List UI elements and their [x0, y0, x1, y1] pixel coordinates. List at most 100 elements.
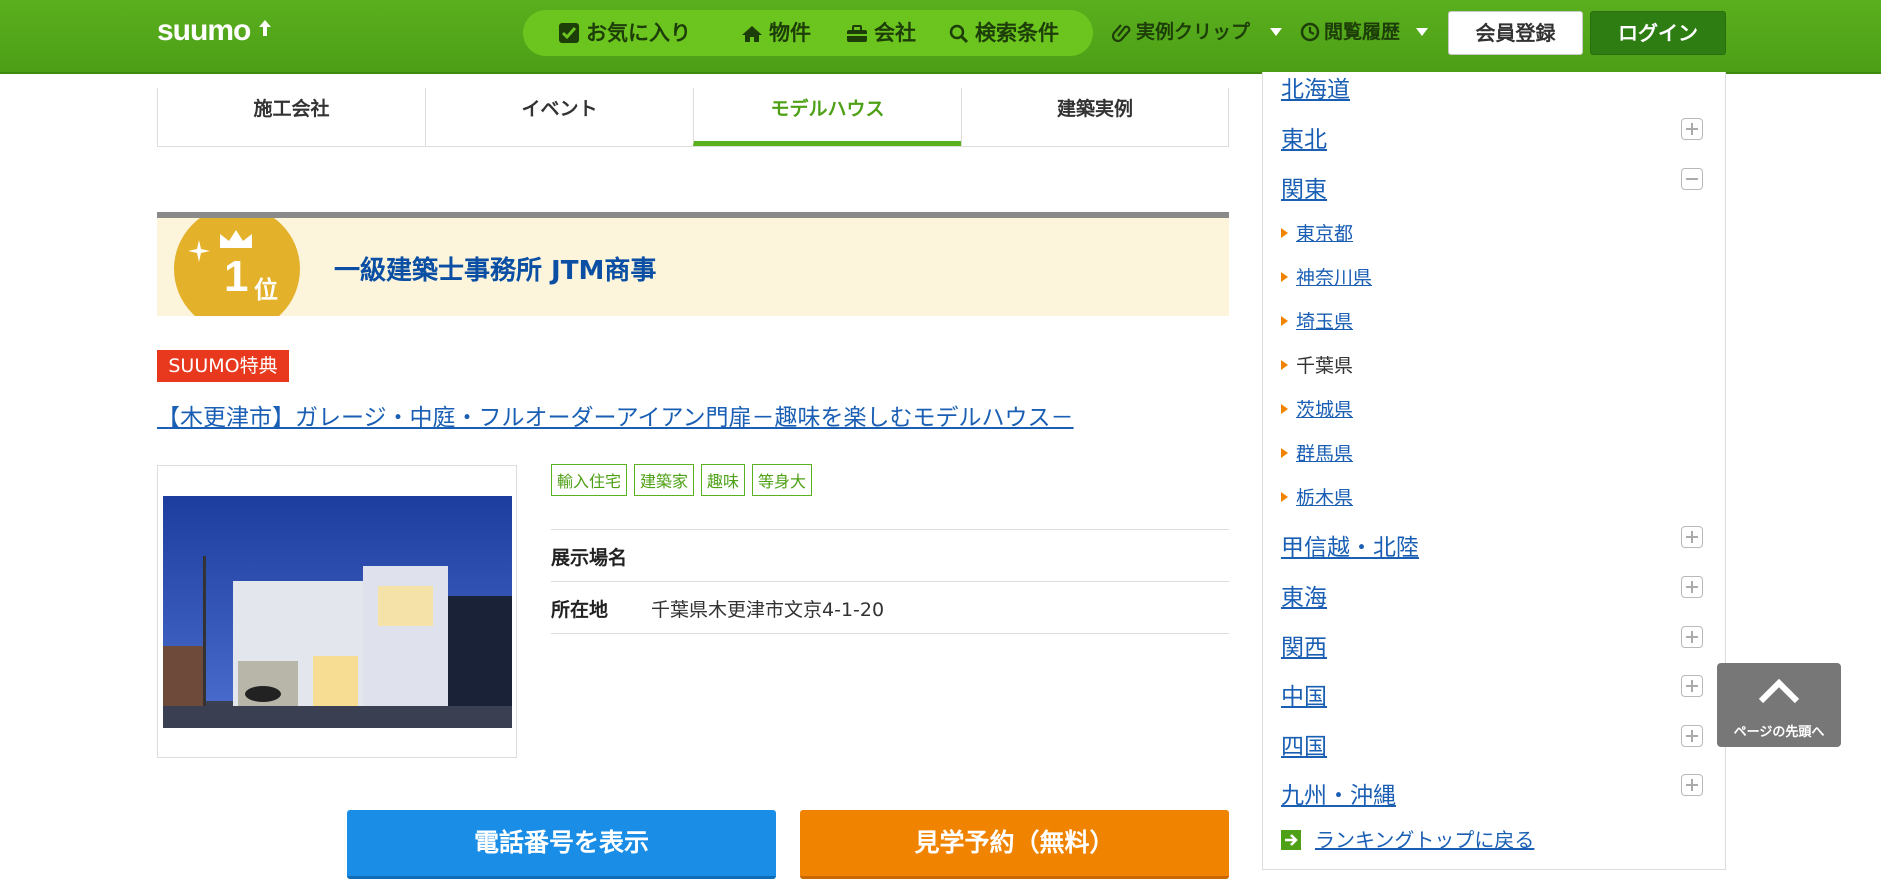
region-koshinetsu-hokuriku[interactable]: 甲信越・北陸 [1281, 528, 1419, 562]
suumo-logo[interactable]: suumo [157, 14, 251, 48]
clock-icon [1300, 22, 1320, 42]
region-sidebar: 北海道 東北 関東 東京都 神奈川県 埼玉県 千葉県 茨城県 群馬県 栃木県 甲… [1262, 72, 1726, 870]
region-kansai[interactable]: 関西 [1281, 628, 1327, 662]
nav-search-conditions-label: 検索条件 [975, 21, 1059, 45]
visit-reservation-button[interactable]: 見学予約（無料） [800, 810, 1229, 879]
pref-chiba: 千葉県 [1281, 351, 1353, 378]
pref-current: 千葉県 [1296, 355, 1354, 377]
rank-medal: 1 位 [174, 218, 300, 316]
expand-icon[interactable] [1681, 626, 1703, 648]
search-icon [949, 24, 969, 44]
tag: 等身大 [752, 464, 813, 496]
expand-icon[interactable] [1681, 774, 1703, 796]
feature-tags: 輸入住宅 建築家 趣味 等身大 [551, 464, 819, 496]
expand-icon[interactable] [1681, 725, 1703, 747]
nav-favorites[interactable]: お気に入り [558, 10, 691, 56]
venue-row: 展示場名 [551, 529, 1229, 581]
expand-icon[interactable] [1681, 526, 1703, 548]
house-icon [742, 26, 762, 42]
briefcase-icon [847, 25, 867, 42]
venue-label: 展示場名 [551, 547, 628, 569]
tag: 趣味 [701, 464, 746, 496]
address-value: 千葉県木更津市文京4-1-20 [651, 599, 885, 621]
region-kyushu-okinawa[interactable]: 九州・沖縄 [1281, 776, 1396, 810]
pref-kanagawa[interactable]: 神奈川県 [1281, 263, 1372, 290]
tab-construction-examples[interactable]: 建築実例 [961, 88, 1229, 146]
pref-ibaraki[interactable]: 茨城県 [1281, 395, 1353, 422]
tab-model-house[interactable]: モデルハウス [693, 88, 961, 146]
case-clip-label: 実例クリップ [1136, 21, 1251, 43]
address-row: 所在地 千葉県木更津市文京4-1-20 [551, 581, 1229, 634]
company-name[interactable]: 一級建築士事務所 JTM商事 [334, 250, 656, 287]
region-tokai[interactable]: 東海 [1281, 578, 1327, 612]
view-history-label: 閲覧履歴 [1324, 21, 1401, 43]
arrow-icon [1281, 492, 1288, 502]
arrow-icon [1281, 272, 1288, 282]
main-nav: お気に入り 物件 会社 検索条件 [523, 10, 1093, 56]
nav-companies[interactable]: 会社 [846, 10, 916, 56]
pref-link[interactable]: 埼玉県 [1296, 311, 1353, 333]
chevron-up-icon [1758, 678, 1800, 704]
show-phone-button[interactable]: 電話番号を表示 [347, 810, 776, 879]
pref-gunma[interactable]: 群馬県 [1281, 439, 1353, 466]
nav-favorites-label: お気に入り [586, 21, 691, 45]
tag: 建築家 [634, 464, 695, 496]
model-house-info-table: 展示場名 所在地 千葉県木更津市文京4-1-20 [551, 529, 1229, 634]
clip-dropdown-icon[interactable] [1270, 28, 1282, 36]
paperclip-icon [1111, 24, 1131, 43]
expand-icon[interactable] [1681, 118, 1703, 140]
ranking-top-link[interactable]: ランキングトップに戻る [1281, 824, 1534, 853]
nav-search-conditions[interactable]: 検索条件 [949, 10, 1059, 56]
ranking-header: 1 位 一級建築士事務所 JTM商事 [157, 212, 1229, 316]
site-header: suumo お気に入り 物件 会社 検索条件 実例クリップ 閲覧履歴 会員登録 … [0, 0, 1881, 74]
arrow-icon [1281, 228, 1288, 238]
nav-properties[interactable]: 物件 [741, 10, 811, 56]
register-button[interactable]: 会員登録 [1448, 11, 1583, 55]
tab-builders[interactable]: 施工会社 [157, 88, 425, 146]
model-house-photo-card[interactable] [157, 465, 517, 758]
expand-icon[interactable] [1681, 675, 1703, 697]
model-house-title-link[interactable]: 【木更津市】ガレージ・中庭・フルオーダーアイアン門扉－趣味を楽しむモデルハウス－ [157, 398, 1074, 432]
region-chugoku[interactable]: 中国 [1281, 677, 1327, 711]
region-shikoku[interactable]: 四国 [1281, 727, 1327, 761]
address-label: 所在地 [551, 599, 609, 621]
logo-arrow-icon [259, 20, 271, 36]
pref-link[interactable]: 神奈川県 [1296, 267, 1372, 289]
arrow-icon [1281, 360, 1288, 370]
nav-properties-label: 物件 [769, 21, 811, 45]
pref-link[interactable]: 東京都 [1296, 223, 1353, 245]
collapse-icon[interactable] [1681, 168, 1703, 190]
pref-tochigi[interactable]: 栃木県 [1281, 483, 1353, 510]
rank-number: 1 [224, 252, 249, 301]
tag: 輸入住宅 [551, 464, 628, 496]
nav-companies-label: 会社 [874, 21, 916, 45]
crown-icon [220, 230, 252, 248]
pref-link[interactable]: 栃木県 [1296, 487, 1353, 509]
suumo-special-badge: SUUMO特典 [157, 350, 289, 382]
ranking-top-label[interactable]: ランキングトップに戻る [1315, 828, 1534, 852]
pref-tokyo[interactable]: 東京都 [1281, 219, 1353, 246]
page-top-label: ページの先頭へ [1733, 725, 1825, 740]
checkbox-icon [559, 23, 579, 43]
pref-link[interactable]: 茨城県 [1296, 399, 1353, 421]
arrow-icon [1281, 316, 1288, 326]
model-house-photo [163, 496, 512, 728]
tab-events[interactable]: イベント [425, 88, 693, 146]
rank-unit: 位 [254, 276, 278, 304]
arrow-icon [1281, 404, 1288, 414]
category-tabs: 施工会社 イベント モデルハウス 建築実例 [157, 88, 1229, 147]
region-tohoku[interactable]: 東北 [1281, 120, 1327, 154]
sparkle-icon [188, 240, 210, 262]
pref-saitama[interactable]: 埼玉県 [1281, 307, 1353, 334]
expand-icon[interactable] [1681, 576, 1703, 598]
arrow-icon [1281, 448, 1288, 458]
view-history-menu[interactable]: 閲覧履歴 [1300, 0, 1400, 64]
region-kanto[interactable]: 関東 [1281, 170, 1327, 204]
arrow-right-icon [1281, 830, 1301, 850]
history-dropdown-icon[interactable] [1416, 28, 1428, 36]
pref-link[interactable]: 群馬県 [1296, 443, 1353, 465]
page-top-button[interactable]: ページの先頭へ [1717, 663, 1841, 747]
login-button[interactable]: ログイン [1590, 11, 1726, 55]
region-hokkaido[interactable]: 北海道 [1281, 70, 1350, 104]
case-clip-menu[interactable]: 実例クリップ [1111, 0, 1251, 64]
